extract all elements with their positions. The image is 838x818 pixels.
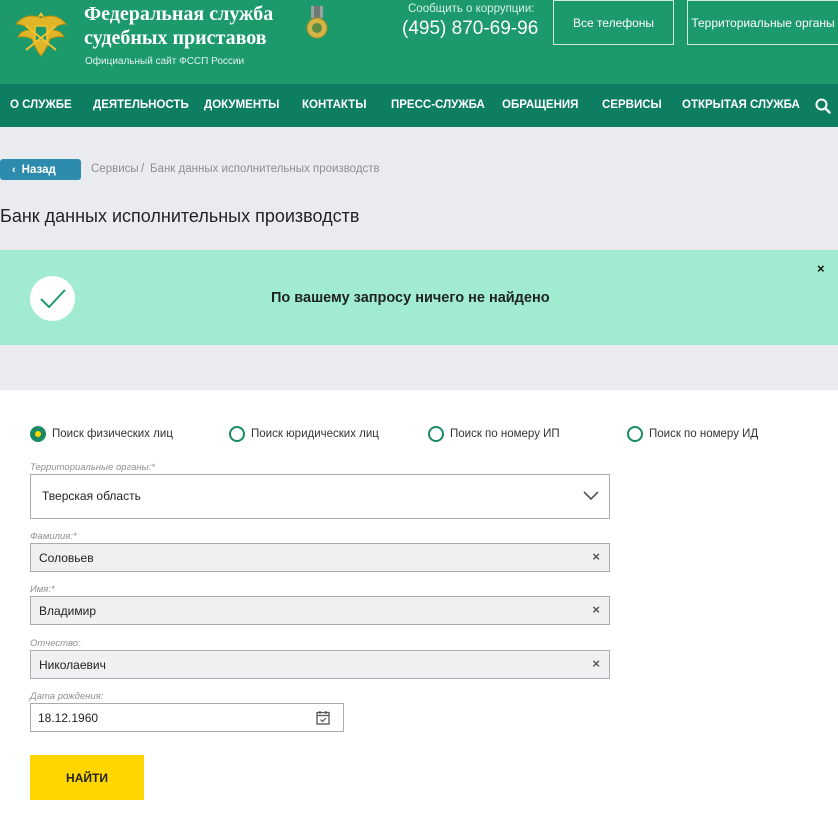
firstname-field[interactable]: Владимир × [30, 596, 610, 625]
calendar-icon[interactable] [316, 710, 330, 725]
org-name-line1[interactable]: Федеральная служба [84, 3, 273, 26]
nav-item-documents[interactable]: ДОКУМЕНТЫ [204, 84, 279, 127]
nav-item-activity[interactable]: ДЕЯТЕЛЬНОСТЬ [93, 84, 189, 127]
org-name-line2[interactable]: судебных приставов [84, 27, 267, 50]
region-value: Тверская область [42, 489, 141, 503]
nav-item-press[interactable]: ПРЕСС-СЛУЖБА [391, 84, 485, 127]
patronymic-label: Отчество: [30, 638, 81, 649]
chevron-left-icon: ‹ [12, 163, 16, 176]
clear-icon[interactable]: × [592, 549, 600, 564]
nav-item-open-service[interactable]: ОТКРЫТАЯ СЛУЖБА [682, 84, 800, 127]
radio-ip-number[interactable]: Поиск по номеру ИП [428, 424, 560, 444]
site-header: Федеральная служба судебных приставов Оф… [0, 0, 838, 84]
territorial-orgs-button[interactable]: Территориальные органы [687, 0, 838, 45]
site-subtitle: Официальный сайт ФССП России [85, 56, 245, 67]
breadcrumb-services[interactable]: Сервисы [91, 163, 139, 175]
firstname-value: Владимир [39, 604, 97, 618]
birthdate-field[interactable]: 18.12.1960 [30, 703, 344, 732]
page-title: Банк данных исполнительных производств [0, 206, 360, 226]
clear-icon[interactable]: × [592, 656, 600, 671]
nav-item-appeals[interactable]: ОБРАЩЕНИЯ [502, 84, 578, 127]
main-nav: О СЛУЖБЕ ДЕЯТЕЛЬНОСТЬ ДОКУМЕНТЫ КОНТАКТЫ… [0, 84, 838, 127]
radio-dot [627, 426, 643, 442]
chevron-down-icon [583, 491, 599, 501]
lastname-label: Фамилия:* [30, 531, 77, 542]
radio-legal-entities[interactable]: Поиск юридических лиц [229, 424, 379, 444]
all-phones-button[interactable]: Все телефоны [553, 0, 674, 45]
lastname-field[interactable]: Соловьев × [30, 543, 610, 572]
radio-dot [428, 426, 444, 442]
radio-id-number[interactable]: Поиск по номеру ИД [627, 424, 758, 444]
medal-icon [306, 6, 328, 39]
nav-item-contacts[interactable]: КОНТАКТЫ [302, 84, 366, 127]
back-button[interactable]: ‹ Назад [0, 159, 81, 180]
search-icon[interactable] [814, 97, 832, 115]
radio-label: Поиск по номеру ИП [450, 428, 560, 440]
radio-individuals[interactable]: Поиск физических лиц [30, 424, 173, 444]
nav-item-services[interactable]: СЕРВИСЫ [602, 84, 662, 127]
nav-item-about[interactable]: О СЛУЖБЕ [10, 84, 72, 127]
breadcrumb-separator: / [141, 163, 145, 175]
radio-dot [30, 426, 46, 442]
radio-label: Поиск физических лиц [52, 428, 173, 440]
corruption-report-label: Сообщить о коррупции: [408, 3, 535, 15]
firstname-label: Имя:* [30, 584, 55, 595]
find-button[interactable]: НАЙТИ [30, 755, 144, 800]
alert-message: По вашему запросу ничего не найдено [271, 290, 550, 306]
radio-dot [229, 426, 245, 442]
close-icon[interactable]: × [817, 261, 825, 276]
radio-label: Поиск юридических лиц [251, 428, 379, 440]
patronymic-field[interactable]: Николаевич × [30, 650, 610, 679]
breadcrumb-current: Банк данных исполнительных производств [150, 163, 380, 175]
checkmark-icon [30, 276, 75, 321]
fssp-emblem-logo[interactable] [12, 6, 70, 64]
patronymic-value: Николаевич [39, 658, 106, 672]
region-label: Территориальные органы:* [30, 462, 155, 473]
clear-icon[interactable]: × [592, 602, 600, 617]
back-button-label: Назад [21, 163, 56, 176]
birthdate-value: 18.12.1960 [38, 711, 99, 725]
lastname-value: Соловьев [39, 551, 94, 565]
birthdate-label: Дата рождения: [30, 691, 104, 702]
corruption-phone[interactable]: (495) 870-69-96 [402, 18, 538, 40]
region-select[interactable]: Тверская область [30, 474, 610, 519]
radio-label: Поиск по номеру ИД [649, 428, 759, 440]
